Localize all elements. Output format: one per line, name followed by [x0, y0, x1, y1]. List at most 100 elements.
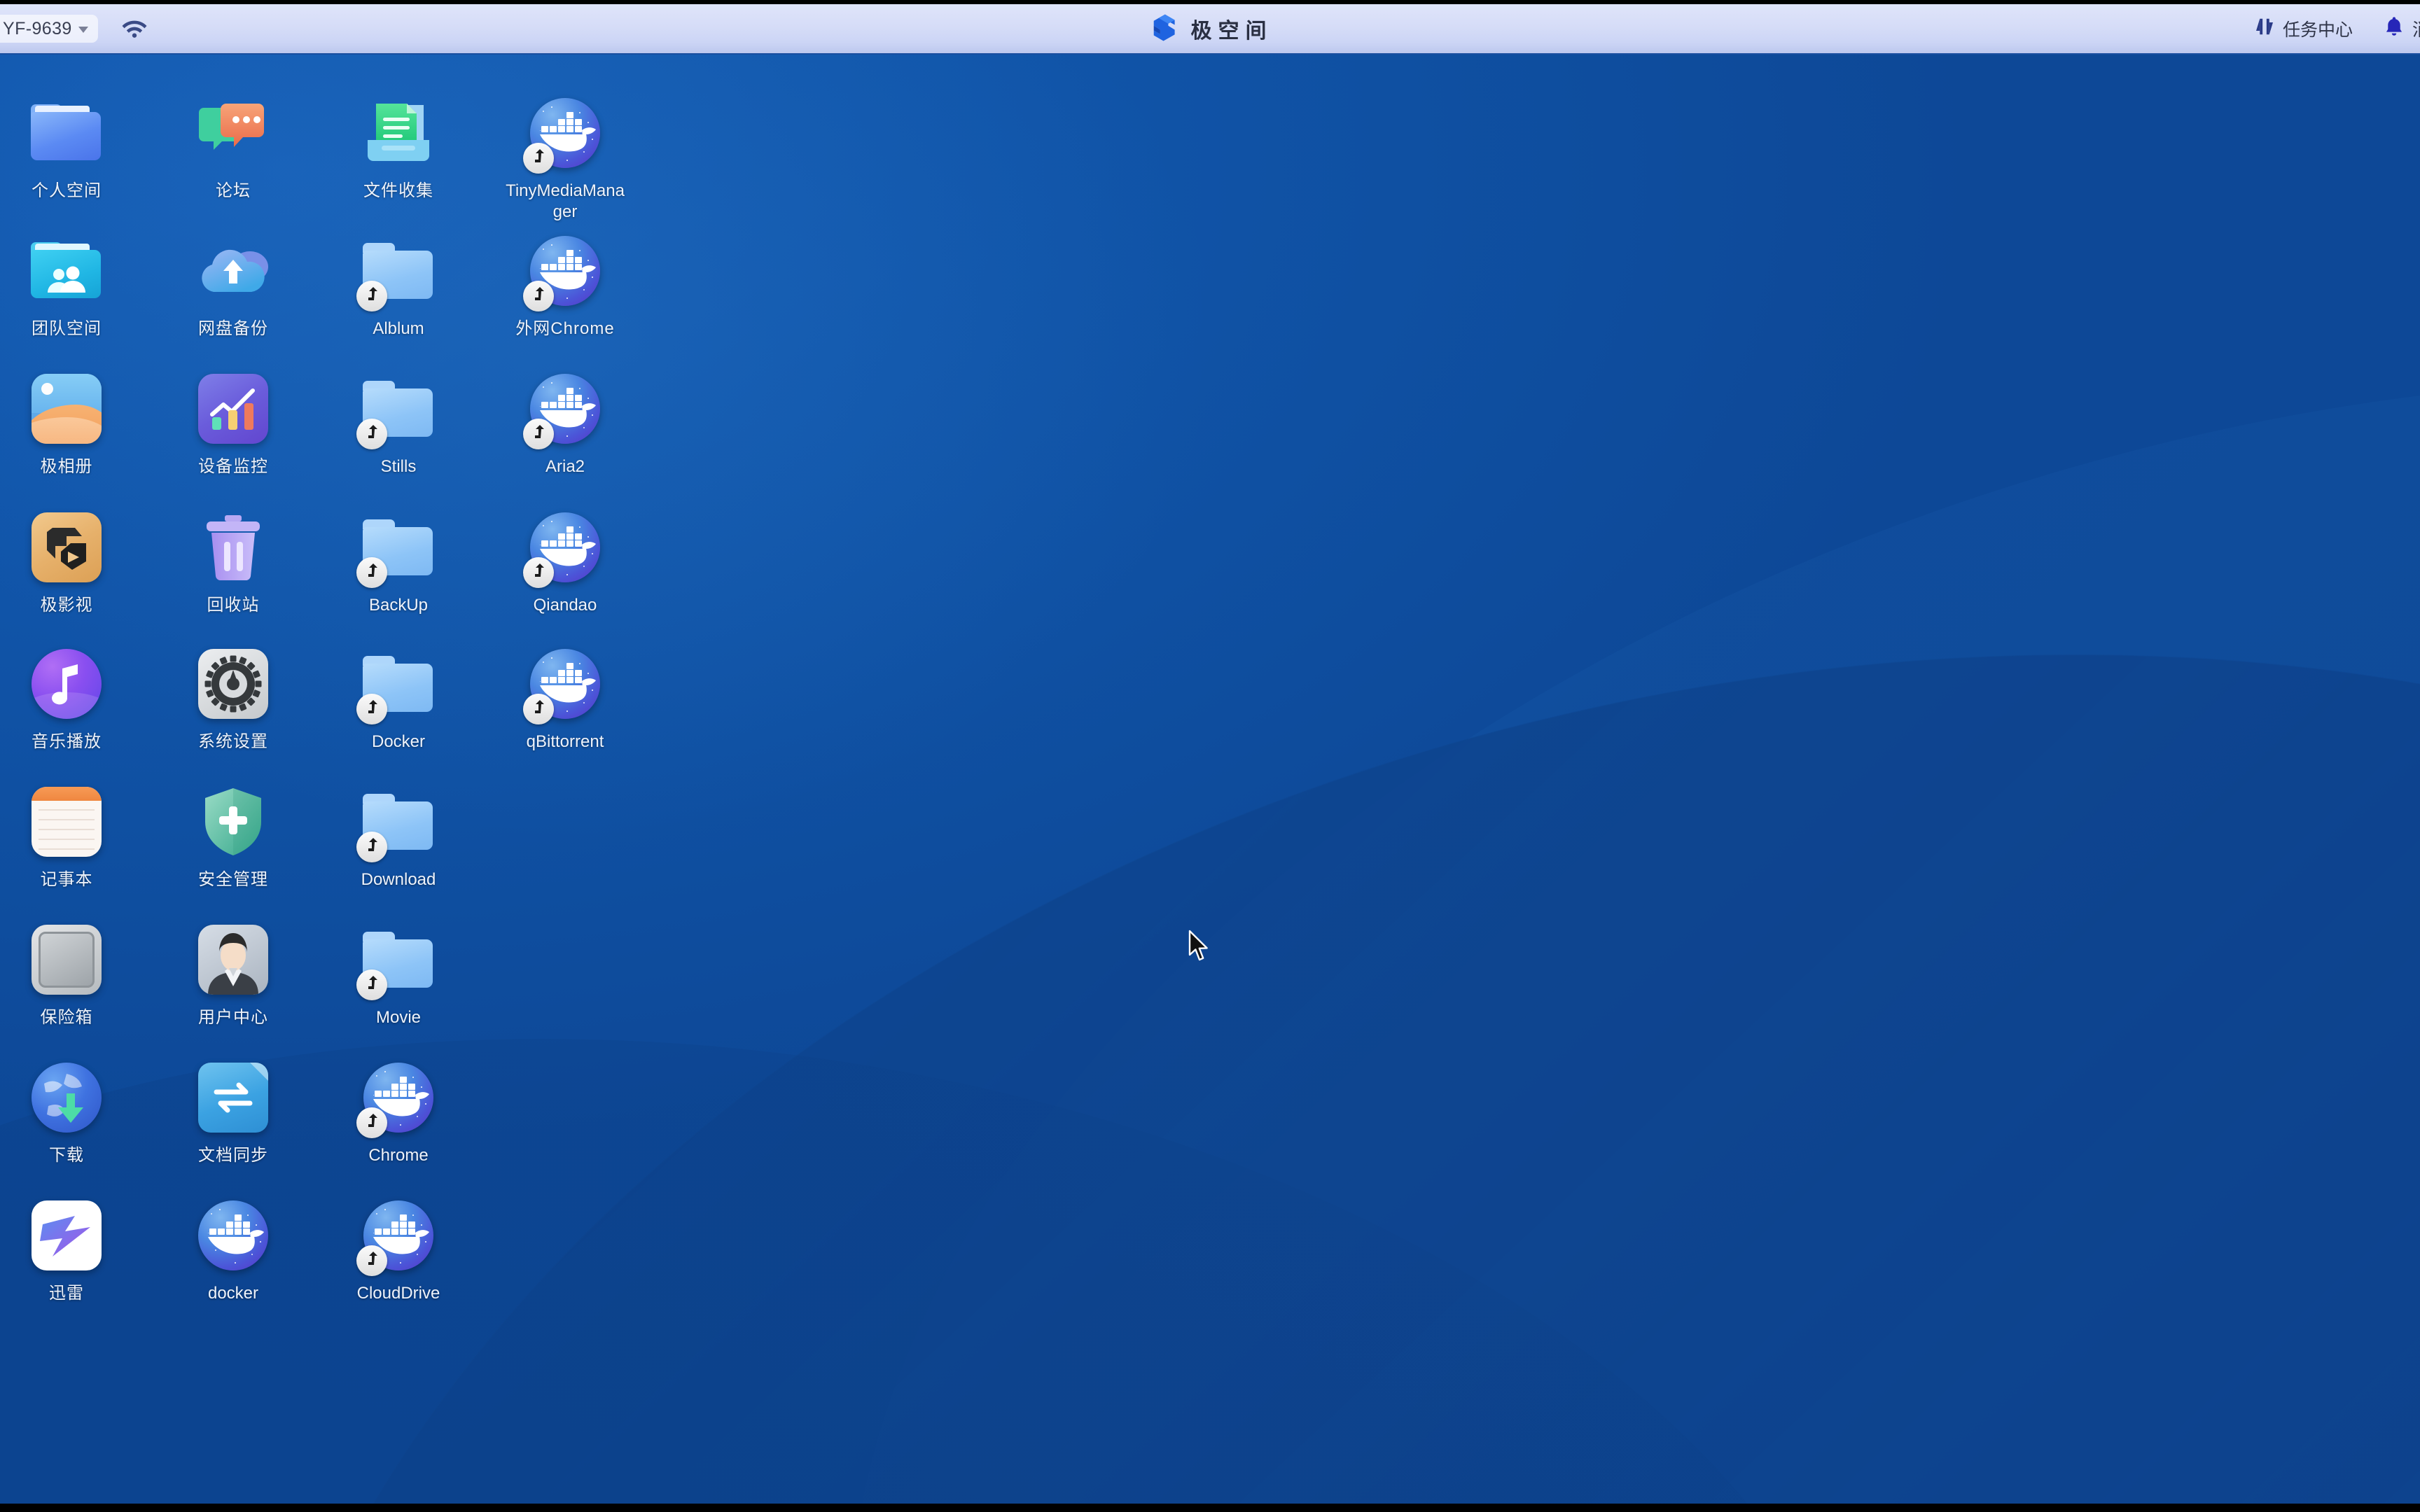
shield-plus-icon: [195, 784, 271, 860]
desktop-icon-label: 下载: [49, 1146, 84, 1165]
trash-bin-icon: [195, 510, 271, 585]
shortcut-badge-icon: [523, 419, 554, 449]
desktop-icon-Docker[interactable]: Docker: [332, 646, 465, 752]
folder-team-icon: [29, 233, 104, 309]
task-center-button[interactable]: 任务中心: [2239, 4, 2368, 53]
desktop-wallpaper[interactable]: 个人空间团队空间极相册极影视音乐播放记事本保险箱下载迅雷 论坛网盘备份设备监控回收…: [0, 55, 2420, 1504]
transfer-arrows-icon: [2254, 16, 2275, 42]
desktop-icon-论坛[interactable]: 论坛: [167, 95, 300, 202]
user-avatar-icon: [195, 922, 271, 997]
desktop-icon-极影视[interactable]: 极影视: [0, 510, 133, 616]
wifi-icon[interactable]: [120, 18, 148, 39]
desktop-icon-系统设置[interactable]: 系统设置: [167, 646, 300, 752]
topbar-brand: 极空间: [1148, 4, 1273, 53]
desktop-icon-label: 论坛: [216, 181, 251, 200]
desktop-icon-团队空间[interactable]: 团队空间: [0, 233, 133, 340]
desktop-icon-label: 用户中心: [198, 1008, 268, 1027]
desktop-icon-label: 外网Chrome: [515, 319, 615, 338]
device-name-label: YF-9639: [3, 18, 72, 38]
device-selector[interactable]: YF-9639: [0, 15, 98, 43]
safe-box-icon: [29, 922, 104, 997]
file-collect-icon: [361, 95, 436, 171]
desktop-icon-Download[interactable]: Download: [332, 784, 465, 890]
desktop-icon-label: Stills: [380, 457, 417, 476]
folder-shortcut-icon: [356, 510, 436, 588]
doc-sync-icon: [195, 1060, 271, 1135]
desktop-icon-label: Aria2: [545, 457, 585, 476]
desktop-icon-label: CloudDrive: [356, 1284, 440, 1303]
desktop-icon-label: 文档同步: [198, 1146, 268, 1165]
desktop-icon-Alblum[interactable]: Alblum: [332, 233, 465, 340]
desktop-icon-BackUp[interactable]: BackUp: [332, 510, 465, 616]
docker-whale-icon: [523, 646, 603, 724]
desktop-icon-TinyMediaManager[interactable]: TinyMediaManager: [499, 95, 632, 223]
desktop-icon-label: 回收站: [207, 596, 260, 615]
shortcut-badge-icon: [356, 281, 387, 312]
topbar-left-group: YF-9639: [0, 4, 148, 53]
desktop-icon-label: Docker: [371, 732, 426, 751]
shortcut-badge-icon: [523, 281, 554, 312]
desktop-icon-docker[interactable]: docker: [167, 1198, 300, 1304]
cloud-upload-icon: [195, 233, 271, 309]
docker-whale-icon: [356, 1060, 436, 1138]
docker-whale-icon: [523, 95, 603, 174]
desktop-icon-极相册[interactable]: 极相册: [0, 371, 133, 477]
desktop-icon-迅雷[interactable]: 迅雷: [0, 1198, 133, 1304]
desktop-icon-label: 极相册: [40, 457, 93, 476]
desktop-icon-label: 个人空间: [32, 181, 102, 200]
music-note-icon: [29, 646, 104, 722]
desktop-icon-Chrome[interactable]: Chrome: [332, 1060, 465, 1166]
desktop-icon-label: 迅雷: [49, 1284, 84, 1303]
desktop-icon-保险箱[interactable]: 保险箱: [0, 922, 133, 1028]
desktop-icon-网盘备份[interactable]: 网盘备份: [167, 233, 300, 340]
shortcut-badge-icon: [356, 694, 387, 724]
desktop-icon-安全管理[interactable]: 安全管理: [167, 784, 300, 890]
chevron-down-icon[interactable]: [78, 27, 88, 33]
desktop-icon-label: Chrome: [368, 1146, 429, 1165]
desktop-icon-label: Download: [361, 870, 436, 889]
desktop-icon-文档同步[interactable]: 文档同步: [167, 1060, 300, 1166]
shortcut-badge-icon: [356, 419, 387, 449]
notepad-icon: [29, 784, 104, 860]
desktop-icon-音乐播放[interactable]: 音乐播放: [0, 646, 133, 752]
shortcut-badge-icon: [356, 1245, 387, 1276]
desktop-icon-Aria2[interactable]: Aria2: [499, 371, 632, 477]
shortcut-badge-icon: [523, 143, 554, 174]
desktop-icon-label: Alblum: [373, 319, 424, 338]
desktop-icon-label: BackUp: [368, 596, 429, 615]
desktop-icon-label: 记事本: [40, 870, 93, 889]
desktop-icon-下载[interactable]: 下载: [0, 1060, 133, 1166]
desktop-icon-label: 音乐播放: [32, 732, 102, 751]
desktop-icon-qBittorrent[interactable]: qBittorrent: [499, 646, 632, 752]
desktop-icon-Movie[interactable]: Movie: [332, 922, 465, 1028]
desktop-icon-记事本[interactable]: 记事本: [0, 784, 133, 890]
message-center-button[interactable]: 消: [2368, 4, 2420, 53]
jispace-logo-icon: [1148, 11, 1180, 47]
shortcut-badge-icon: [523, 557, 554, 588]
desktop-icon-label: TinyMediaManager: [506, 181, 625, 221]
desktop-icon-CloudDrive[interactable]: CloudDrive: [332, 1198, 465, 1304]
desktop-icon-设备监控[interactable]: 设备监控: [167, 371, 300, 477]
globe-download-icon: [29, 1060, 104, 1135]
docker-whale-icon: [356, 1198, 436, 1276]
desktop-screen: 个人空间团队空间极相册极影视音乐播放记事本保险箱下载迅雷 论坛网盘备份设备监控回收…: [0, 0, 2420, 1512]
desktop-icon-回收站[interactable]: 回收站: [167, 510, 300, 616]
system-top-bar: YF-9639 极空间 任务中心: [0, 4, 2420, 55]
gear-icon: [195, 646, 271, 722]
folder-blue-icon: [29, 95, 104, 171]
folder-shortcut-icon: [356, 371, 436, 449]
docker-whale-icon: [195, 1198, 271, 1273]
brand-title: 极空间: [1190, 20, 1273, 43]
desktop-icon-外网Chrome[interactable]: 外网Chrome: [499, 233, 632, 340]
desktop-icon-Qiandao[interactable]: Qiandao: [499, 510, 632, 616]
desktop-icon-Stills[interactable]: Stills: [332, 371, 465, 477]
folder-shortcut-icon: [356, 784, 436, 862]
desktop-icon-用户中心[interactable]: 用户中心: [167, 922, 300, 1028]
desktop-icon-个人空间[interactable]: 个人空间: [0, 95, 133, 202]
analytics-chart-icon: [195, 371, 271, 447]
folder-shortcut-icon: [356, 922, 436, 1000]
task-center-label: 任务中心: [2282, 20, 2353, 40]
desktop-icon-文件收集[interactable]: 文件收集: [332, 95, 465, 202]
folder-shortcut-icon: [356, 233, 436, 312]
desktop-icon-label: 极影视: [40, 596, 93, 615]
